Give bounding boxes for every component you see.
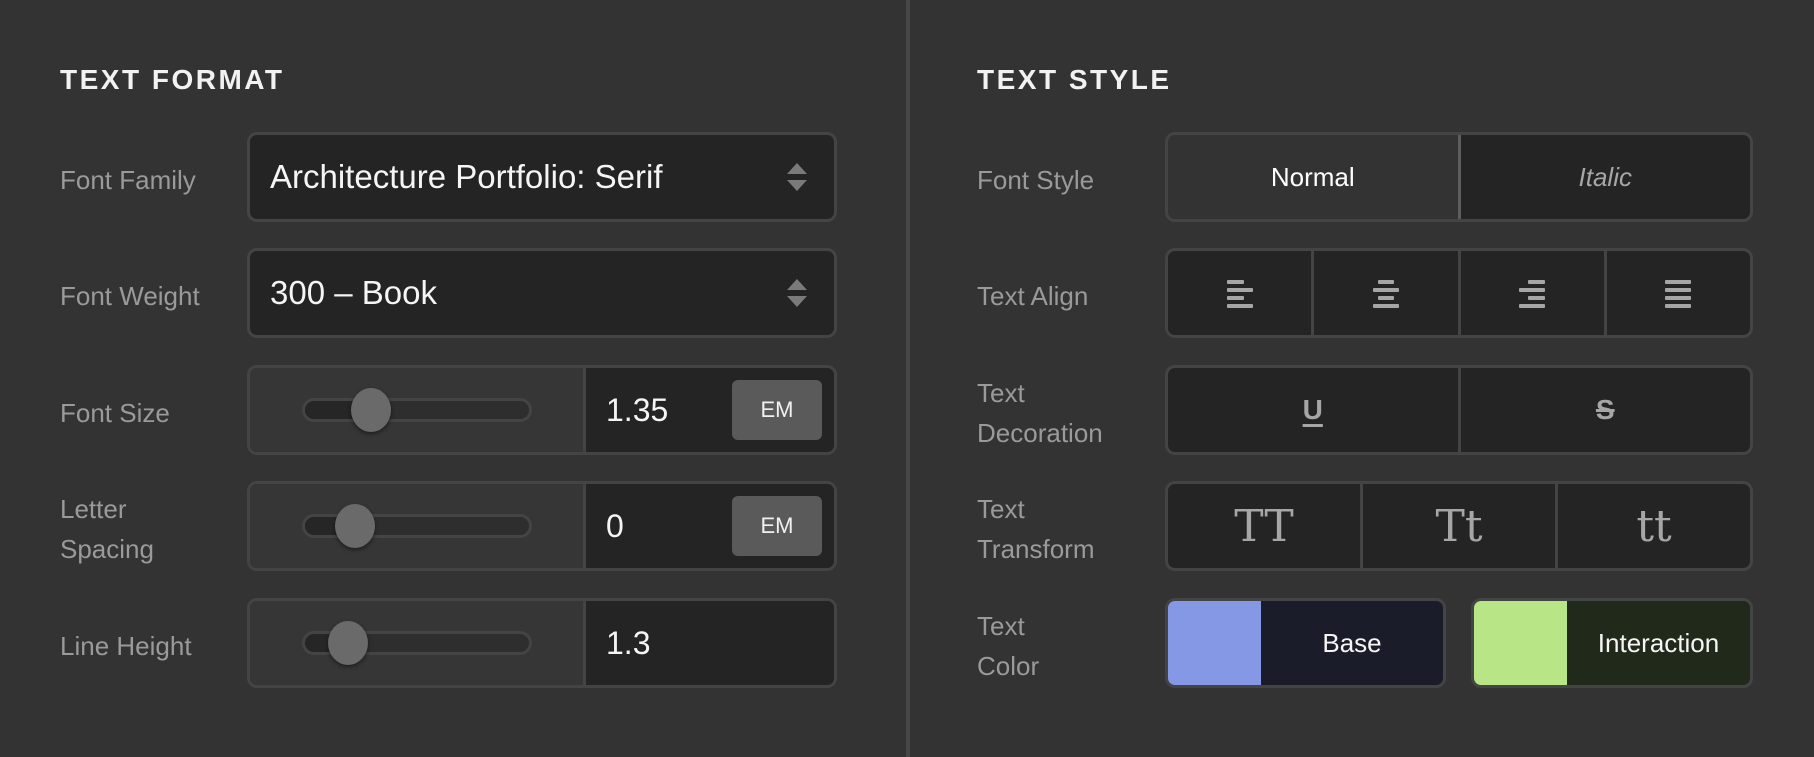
align-justify-button[interactable] bbox=[1603, 251, 1750, 335]
letter-spacing-unit-button[interactable]: EM bbox=[732, 496, 822, 556]
base-color-swatch bbox=[1168, 601, 1261, 685]
letter-spacing-label-line2: Spacing bbox=[60, 534, 154, 564]
font-style-row: Font Style Normal Italic bbox=[910, 132, 1814, 228]
lowercase-icon: tt bbox=[1636, 500, 1672, 552]
capitalize-icon: Tt bbox=[1435, 500, 1483, 552]
line-height-row: Line Height 1.3 bbox=[0, 598, 906, 694]
text-color-row: Text Color Base Interaction bbox=[910, 598, 1814, 694]
base-color-button[interactable]: Base bbox=[1165, 598, 1446, 688]
line-height-value: 1.3 bbox=[606, 624, 651, 661]
font-size-slider[interactable] bbox=[250, 368, 586, 452]
capitalize-button[interactable]: Tt bbox=[1360, 484, 1555, 568]
font-style-normal-button[interactable]: Normal bbox=[1168, 135, 1461, 219]
letter-spacing-label-line1: Letter bbox=[60, 494, 127, 524]
text-format-panel: TEXT FORMAT Font Family Architecture Por… bbox=[0, 0, 906, 757]
align-center-button[interactable] bbox=[1311, 251, 1457, 335]
font-weight-value: 300 – Book bbox=[270, 274, 437, 311]
font-family-value: Architecture Portfolio: Serif bbox=[270, 158, 663, 195]
text-decoration-label: Text Decoration bbox=[977, 365, 1157, 461]
text-transform-row: Text Transform TT Tt tt bbox=[910, 481, 1814, 577]
text-decoration-row: Text Decoration U S bbox=[910, 365, 1814, 461]
text-transform-label: Text Transform bbox=[977, 481, 1157, 577]
line-height-input[interactable]: 1.3 bbox=[586, 601, 834, 685]
align-center-icon bbox=[1372, 280, 1399, 308]
underline-icon: U bbox=[1302, 394, 1323, 425]
slider-thumb[interactable] bbox=[334, 504, 375, 548]
uppercase-button[interactable]: TT bbox=[1168, 484, 1360, 568]
uppercase-icon: TT bbox=[1234, 500, 1294, 552]
text-transform-toggle-group: TT Tt tt bbox=[1165, 481, 1753, 571]
up-down-arrows-icon bbox=[787, 279, 807, 307]
text-transform-label-line1: Text bbox=[977, 494, 1025, 524]
align-right-button[interactable] bbox=[1457, 251, 1604, 335]
text-decoration-toggle-group: U S bbox=[1165, 365, 1753, 455]
font-size-unit-button[interactable]: EM bbox=[732, 380, 822, 440]
font-size-row: Font Size 1.35 EM bbox=[0, 365, 906, 461]
letter-spacing-value: 0 bbox=[606, 507, 624, 544]
base-color-name: Base bbox=[1261, 601, 1443, 685]
letter-spacing-row: Letter Spacing 0 EM bbox=[0, 481, 906, 577]
font-style-toggle-group: Normal Italic bbox=[1165, 132, 1753, 222]
letter-spacing-label: Letter Spacing bbox=[60, 481, 240, 577]
font-style-italic-button[interactable]: Italic bbox=[1457, 135, 1751, 219]
align-left-button[interactable] bbox=[1168, 251, 1311, 335]
font-size-input[interactable]: 1.35 EM bbox=[586, 368, 834, 452]
strikethrough-button[interactable]: S bbox=[1457, 368, 1751, 452]
text-align-label: Text Align bbox=[977, 281, 1089, 311]
font-style-label: Font Style bbox=[977, 165, 1095, 195]
letter-spacing-input[interactable]: 0 EM bbox=[586, 484, 834, 568]
font-weight-row: Font Weight 300 – Book bbox=[0, 248, 906, 344]
underline-button[interactable]: U bbox=[1168, 368, 1458, 452]
interaction-color-swatch bbox=[1474, 601, 1567, 685]
strikethrough-icon: S bbox=[1595, 394, 1615, 425]
text-color-label-line2: Color bbox=[977, 651, 1040, 681]
slider-thumb[interactable] bbox=[351, 388, 391, 432]
text-align-toggle-group bbox=[1165, 248, 1753, 338]
align-right-icon bbox=[1519, 280, 1546, 308]
font-family-row: Font Family Architecture Portfolio: Seri… bbox=[0, 132, 906, 228]
text-color-label-line1: Text bbox=[977, 611, 1025, 641]
font-size-label: Font Size bbox=[60, 398, 170, 428]
text-style-heading: TEXT STYLE bbox=[977, 64, 1172, 95]
text-style-panel: TEXT STYLE Font Style Normal Italic Text… bbox=[910, 0, 1814, 757]
letter-spacing-slider[interactable] bbox=[250, 484, 586, 568]
line-height-control: 1.3 bbox=[247, 598, 837, 688]
font-weight-label: Font Weight bbox=[60, 281, 200, 311]
align-justify-icon bbox=[1665, 280, 1692, 308]
text-color-label: Text Color bbox=[977, 598, 1157, 694]
text-decoration-label-line1: Text bbox=[977, 378, 1025, 408]
text-format-heading: TEXT FORMAT bbox=[60, 64, 285, 95]
line-height-slider[interactable] bbox=[250, 601, 586, 685]
font-style-normal-label: Normal bbox=[1270, 161, 1355, 192]
text-align-row: Text Align bbox=[910, 248, 1814, 344]
align-left-icon bbox=[1226, 280, 1253, 308]
font-weight-select[interactable]: 300 – Book bbox=[247, 248, 837, 338]
font-size-control: 1.35 EM bbox=[247, 365, 837, 455]
lowercase-button[interactable]: tt bbox=[1555, 484, 1750, 568]
font-family-label: Font Family bbox=[60, 165, 196, 195]
text-decoration-label-line2: Decoration bbox=[977, 418, 1103, 448]
font-size-value: 1.35 bbox=[606, 391, 669, 428]
letter-spacing-control: 0 EM bbox=[247, 481, 837, 571]
text-transform-label-line2: Transform bbox=[977, 534, 1095, 564]
font-family-select[interactable]: Architecture Portfolio: Serif bbox=[247, 132, 837, 222]
line-height-label: Line Height bbox=[60, 631, 192, 661]
slider-thumb[interactable] bbox=[328, 621, 368, 665]
slider-track[interactable] bbox=[302, 398, 532, 422]
font-style-italic-label: Italic bbox=[1578, 161, 1632, 192]
interaction-color-button[interactable]: Interaction bbox=[1471, 598, 1753, 688]
up-down-arrows-icon bbox=[787, 163, 807, 191]
interaction-color-name: Interaction bbox=[1567, 601, 1750, 685]
